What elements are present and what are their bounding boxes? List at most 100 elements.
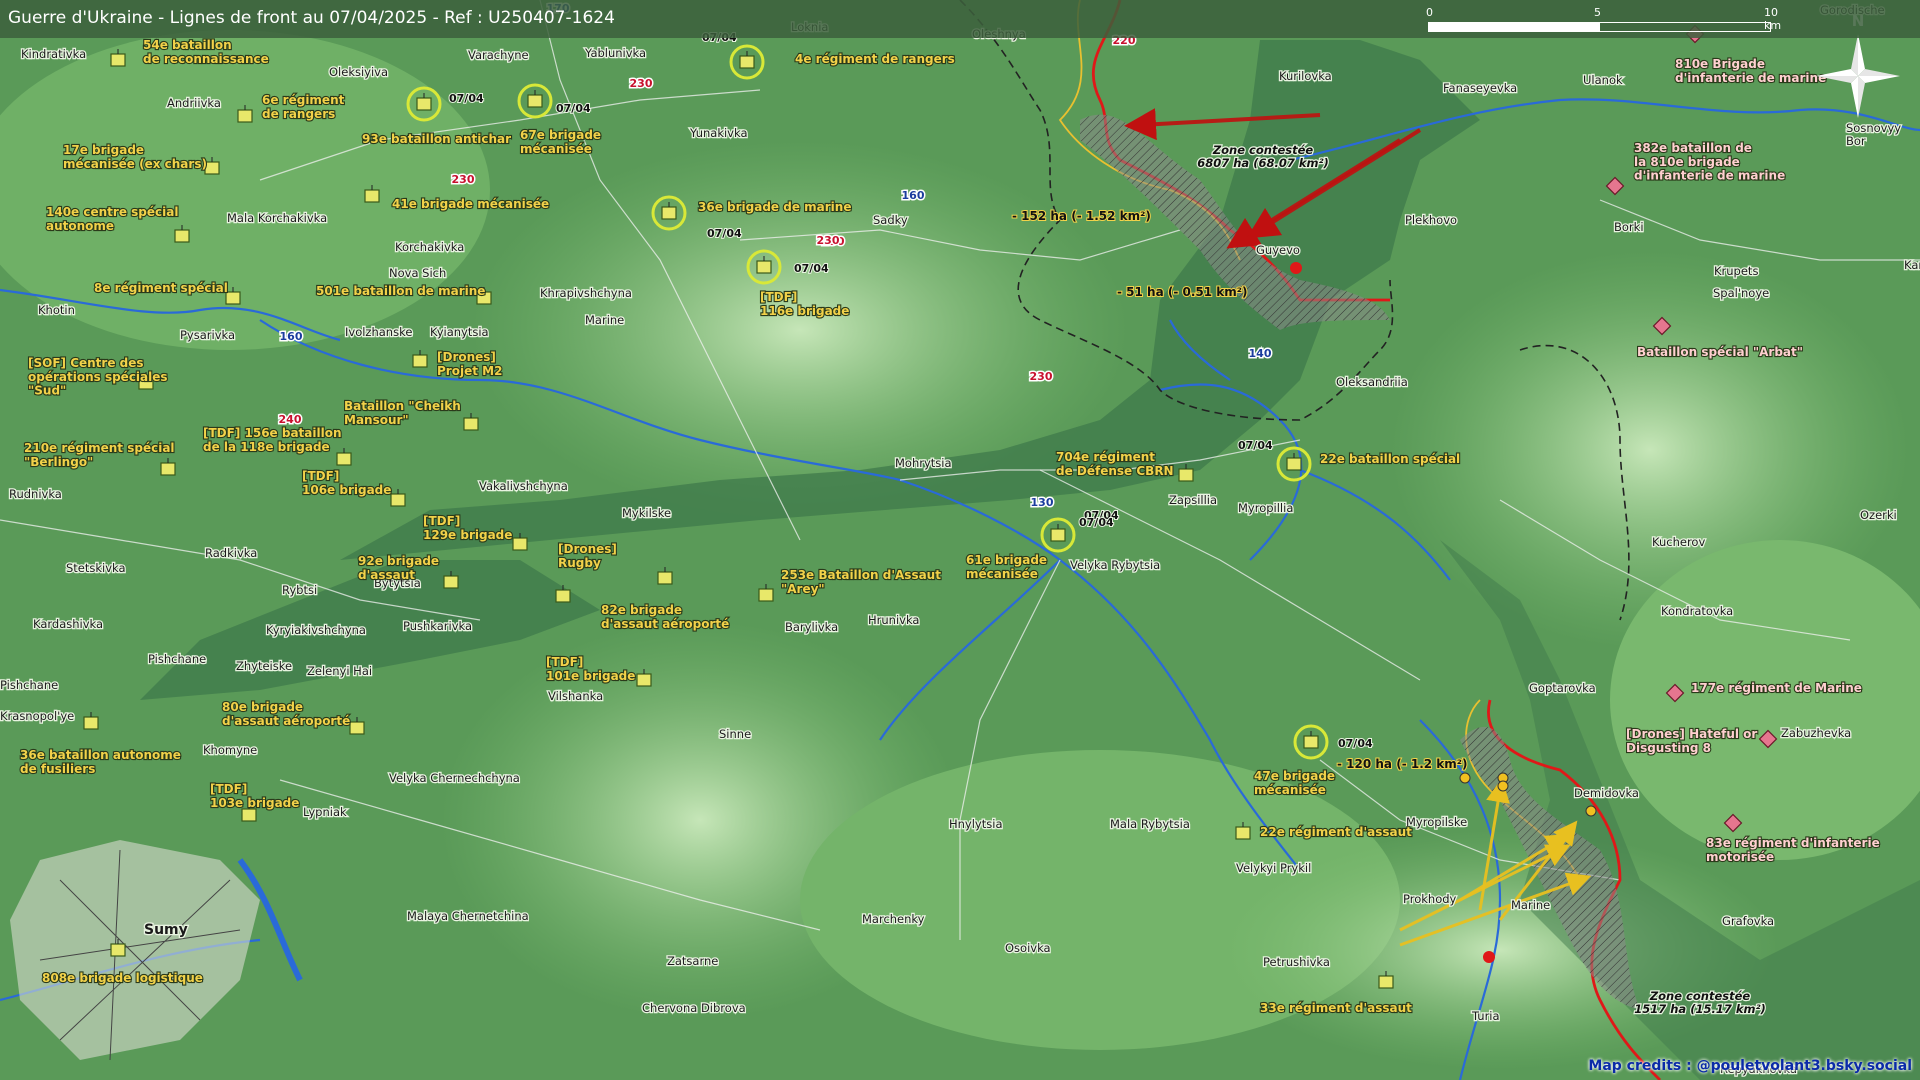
area-change-label: - 120 ha (- 1.2 km²): [1337, 757, 1468, 771]
place-label: Mala Rybytsia: [1110, 817, 1190, 831]
place-label: Kindrativka: [21, 47, 86, 61]
ukr-unit-icon: [83, 716, 99, 730]
place-label: Radkivka: [205, 546, 257, 560]
ukr-unit-label: 47e brigade mécanisée: [1254, 769, 1335, 797]
ukr-unit-icon: [349, 721, 365, 735]
place-label: Guyevo: [1256, 243, 1300, 257]
ukr-unit-icon: [758, 588, 774, 602]
place-label: Velykyi Prykil: [1236, 861, 1311, 875]
place-label: Rybtsi: [282, 583, 317, 597]
ukr-unit-label: 8e régiment spécial: [94, 281, 228, 295]
date-tag: 07/04: [449, 92, 484, 105]
ukr-unit-label: 808e brigade logistique: [42, 971, 203, 985]
place-label: Goptarovka: [1529, 681, 1596, 695]
date-tag: 07/04: [1238, 439, 1273, 452]
ukr-unit-icon: [527, 94, 543, 108]
place-label: Kucherov: [1652, 535, 1705, 549]
place-label: Krasnopol'ye: [0, 709, 74, 723]
place-label: Pishchane: [0, 678, 58, 692]
place-label: Kyianytsia: [430, 325, 489, 339]
place-label: Marchenky: [862, 912, 925, 926]
place-label: Kyryiakivshchyna: [266, 623, 366, 637]
place-label: Myropillia: [1238, 501, 1293, 515]
ukr-unit-label: 93e bataillon antichar: [362, 132, 511, 146]
place-label: Pishchane: [148, 652, 206, 666]
ukr-unit-icon: [636, 673, 652, 687]
place-label: Hrunivka: [868, 613, 919, 627]
place-label: Sinne: [719, 727, 751, 741]
rus-unit-label: Bataillon spécial "Arbat": [1637, 345, 1803, 359]
ukr-unit-icon: [657, 571, 673, 585]
ukr-unit-label: 41e brigade mécanisée: [392, 197, 549, 211]
ukr-unit-icon: [463, 417, 479, 431]
ukr-unit-icon: [416, 97, 432, 111]
ukr-unit-icon: [555, 589, 571, 603]
scale-segment-2: [1599, 22, 1771, 32]
ukr-unit-label: 501e bataillon de marine: [316, 284, 485, 298]
place-label: Zabuzhevka: [1781, 726, 1851, 740]
place-label: Khrapivshchyna: [540, 286, 632, 300]
place-label: Plekhovo: [1405, 213, 1457, 227]
ukr-unit-icon: [110, 943, 126, 957]
place-label: Vakalivshchyna: [479, 479, 568, 493]
ukr-unit-icon: [512, 537, 528, 551]
place-label: Myropilske: [1406, 815, 1467, 829]
place-label: Chervona Dibrova: [642, 1001, 746, 1015]
place-label: Marine: [585, 313, 624, 327]
place-label: Ozerki: [1860, 508, 1897, 522]
place-label: Ivolzhanske: [345, 325, 412, 339]
contested-zone-label: Zone contestée 1517 ha (15.17 km²): [1634, 989, 1766, 1016]
place-label: Barylivka: [785, 620, 838, 634]
date-tag: 07/04: [1079, 516, 1114, 529]
place-label: Yunakivka: [689, 126, 748, 140]
place-label: Khotin: [38, 303, 75, 317]
ukr-unit-label: 33e régiment d'assaut: [1260, 1001, 1412, 1015]
place-label: Kardashivka: [33, 617, 103, 631]
place-label: Sumy: [144, 922, 188, 938]
ukr-unit-icon: [1050, 528, 1066, 542]
place-label: Ulanok: [1583, 73, 1623, 87]
scale-label-5: 5: [1594, 6, 1601, 19]
place-label: Zapsillia: [1169, 493, 1217, 507]
scale-label-0: 0: [1426, 6, 1433, 19]
ukr-unit-icon: [237, 109, 253, 123]
place-label: Kurilovka: [1279, 69, 1332, 83]
road-number: 230: [452, 173, 475, 186]
place-label: Nova Sich: [389, 266, 446, 280]
ukr-unit-icon: [364, 189, 380, 203]
ukr-unit-icon: [160, 462, 176, 476]
place-label: Zhyteiske: [236, 659, 292, 673]
place-label: Oleksandriia: [1336, 375, 1408, 389]
place-label: Hnylytsia: [949, 817, 1003, 831]
terrain-map[interactable]: Kindrativka Oleksiyiva Varachyne Yablunivka…: [0, 0, 1920, 1080]
date-tag: 07/04: [556, 102, 591, 115]
scale-bar: 0 5 10 km: [1426, 6, 1781, 34]
place-label: Osoivka: [1005, 941, 1051, 955]
scale-segment-1: [1428, 22, 1600, 32]
place-label: Mykilske: [622, 506, 671, 520]
ukr-unit-icon: [336, 452, 352, 466]
ukr-unit-icon: [412, 354, 428, 368]
place-label: Oleksiyiva: [329, 65, 388, 79]
place-label: Varachyne: [468, 48, 529, 62]
place-label: Zatsarne: [667, 954, 718, 968]
place-label: Kar: [1904, 258, 1920, 272]
ukr-unit-label: 67e brigade mécanisée: [520, 128, 601, 156]
place-label: Kondratovka: [1661, 604, 1733, 618]
place-label: Marine: [1511, 898, 1550, 912]
ukr-unit-label: 22e régiment d'assaut: [1260, 825, 1412, 839]
place-label: Zelenyi Hai: [307, 664, 372, 678]
ukr-unit-icon: [225, 291, 241, 305]
place-label: Yablunivka: [584, 46, 646, 60]
place-label: Velyka Chernechchyna: [389, 771, 520, 785]
road-number: 230: [1030, 370, 1053, 383]
place-label: Rudnivka: [9, 487, 62, 501]
ukr-unit[interactable]: 22e régiment d'assaut: [1235, 822, 1413, 840]
ukr-unit-label: 4e régiment de rangers: [795, 52, 955, 66]
ukr-unit-icon: [1235, 826, 1251, 840]
ukr-unit-icon: [110, 53, 126, 67]
road-number: 160: [280, 330, 303, 343]
ukr-unit-icon: [241, 808, 257, 822]
rus-unit-label: 177e régiment de Marine: [1691, 681, 1862, 695]
scale-label-10: 10 km: [1764, 6, 1782, 32]
